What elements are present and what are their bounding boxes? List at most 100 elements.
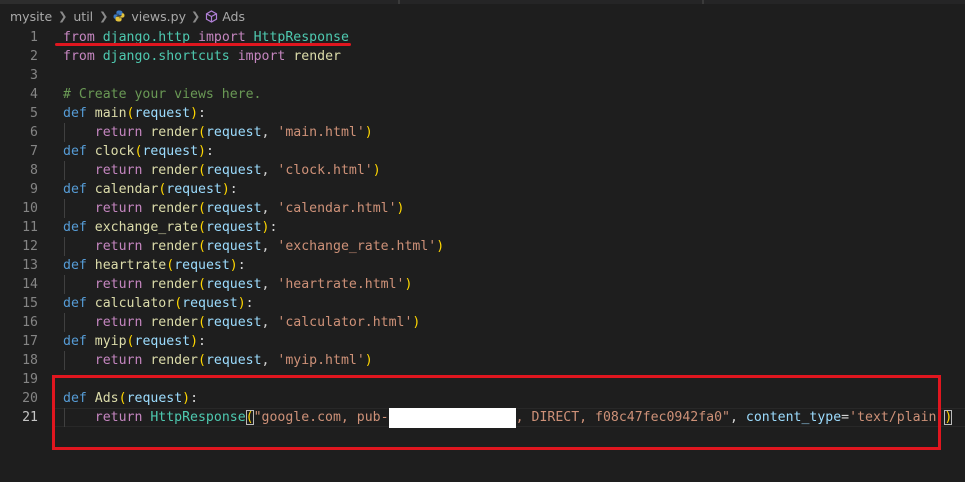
- code-line[interactable]: 17 def myip(request):: [0, 332, 965, 351]
- breadcrumb-item-views-py[interactable]: views.py: [113, 9, 186, 24]
- code-token: ): [221, 182, 230, 197]
- code-line[interactable]: 4 # Create your views here.: [0, 85, 965, 104]
- chevron-right-icon: ❯: [58, 9, 68, 23]
- code-token: return: [94, 353, 143, 368]
- line-number: 16: [22, 315, 38, 330]
- line-number: 2: [30, 49, 38, 64]
- code-line[interactable]: 8 return render(request, 'clock.html'): [0, 161, 965, 180]
- breadcrumb: mysite ❯ util ❯ views.py ❯ Ads: [0, 4, 965, 28]
- code-token: return: [94, 125, 143, 140]
- code-token: :: [245, 296, 254, 311]
- code-token: (: [198, 220, 206, 235]
- code-token: request: [205, 353, 262, 368]
- code-line[interactable]: 7 def clock(request):: [0, 142, 965, 161]
- code-line[interactable]: 11 def exchange_rate(request):: [0, 218, 965, 237]
- code-token: ,: [261, 163, 278, 178]
- code-text: return render(request, 'calculator.html'…: [63, 313, 421, 332]
- code-token: return: [94, 277, 143, 292]
- code-line[interactable]: 14 return render(request, 'heartrate.htm…: [0, 275, 965, 294]
- code-line[interactable]: 3: [0, 66, 965, 85]
- code-token: 'clock.html': [277, 163, 373, 178]
- code-token: def: [63, 106, 87, 121]
- code-line[interactable]: 9 def calendar(request):: [0, 180, 965, 199]
- code-token: def: [63, 296, 87, 311]
- code-token: (: [198, 163, 206, 178]
- code-token: render: [150, 163, 198, 178]
- breadcrumb-item-label: Ads: [222, 8, 245, 24]
- code-token: def: [63, 220, 87, 235]
- code-token: main: [94, 106, 127, 121]
- code-token: def: [63, 334, 87, 349]
- code-token: ,: [261, 277, 278, 292]
- code-text: def calculator(request):: [63, 294, 254, 313]
- code-token: (: [198, 315, 206, 330]
- code-token: (: [126, 106, 135, 121]
- code-token: :: [229, 182, 238, 197]
- code-token: render: [150, 353, 198, 368]
- code-token: 'exchange_rate.html': [277, 239, 437, 254]
- code-token: return: [94, 201, 143, 216]
- line-number: 11: [22, 220, 38, 235]
- code-text: return render(request, 'myip.html'): [63, 351, 373, 370]
- code-line[interactable]: 10 return render(request, 'calendar.html…: [0, 199, 965, 218]
- code-token: myip: [94, 334, 127, 349]
- line-number: 3: [30, 68, 38, 83]
- line-number: 13: [22, 258, 38, 273]
- code-token: ): [404, 277, 413, 292]
- code-token: render: [293, 49, 341, 64]
- code-token: ,: [261, 239, 278, 254]
- code-token: request: [134, 106, 191, 121]
- code-token: request: [205, 163, 262, 178]
- line-number: 1: [30, 30, 38, 45]
- code-text: def heartrate(request):: [63, 256, 246, 275]
- breadcrumb-item-util[interactable]: util: [72, 9, 94, 24]
- code-token: ,: [261, 201, 278, 216]
- code-token: (: [198, 201, 206, 216]
- code-token: (: [198, 239, 206, 254]
- breadcrumb-item-mysite[interactable]: mysite: [9, 9, 53, 24]
- code-text: return render(request, 'exchange_rate.ht…: [63, 237, 444, 256]
- code-token: django.shortcuts: [102, 49, 230, 64]
- code-line[interactable]: 13 def heartrate(request):: [0, 256, 965, 275]
- code-line[interactable]: 5 def main(request):: [0, 104, 965, 123]
- code-token: request: [174, 258, 230, 273]
- code-token: ): [412, 315, 421, 330]
- code-token: render: [150, 201, 198, 216]
- code-token: request: [205, 315, 262, 330]
- code-token: 'heartrate.html': [277, 277, 405, 292]
- breadcrumb-item-ads[interactable]: Ads: [205, 9, 245, 24]
- code-token: ): [436, 239, 445, 254]
- code-line[interactable]: 16 return render(request, 'calculator.ht…: [0, 313, 965, 332]
- code-text: return render(request, 'heartrate.html'): [63, 275, 413, 294]
- code-token: :: [269, 220, 278, 235]
- line-number: 21: [22, 410, 38, 425]
- line-number: 6: [30, 125, 38, 140]
- code-token: request: [205, 277, 262, 292]
- line-number: 7: [30, 144, 38, 159]
- code-line[interactable]: 18 return render(request, 'myip.html'): [0, 351, 965, 370]
- line-number: 9: [30, 182, 38, 197]
- code-token: 'myip.html': [277, 353, 365, 368]
- code-token: heartrate: [94, 258, 167, 273]
- symbol-class-icon: [206, 9, 218, 23]
- code-token: (: [166, 258, 175, 273]
- code-line[interactable]: 6 return render(request, 'main.html'): [0, 123, 965, 142]
- line-number: 19: [22, 372, 38, 387]
- code-token: return: [94, 163, 143, 178]
- code-line[interactable]: 15 def calculator(request):: [0, 294, 965, 313]
- code-line[interactable]: 2 from django.shortcuts import render: [0, 47, 965, 66]
- code-token: request: [182, 296, 238, 311]
- code-token: 'main.html': [277, 125, 365, 140]
- code-token: calculator: [94, 296, 175, 311]
- code-token: 'calendar.html': [277, 201, 397, 216]
- code-line[interactable]: 12 return render(request, 'exchange_rate…: [0, 237, 965, 256]
